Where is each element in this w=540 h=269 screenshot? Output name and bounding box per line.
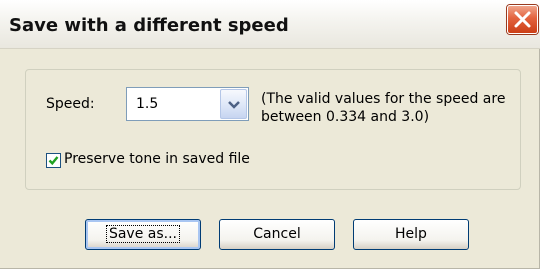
- speed-dropdown-button[interactable]: [220, 89, 247, 119]
- save-as-button[interactable]: Save as...: [85, 219, 201, 250]
- speed-value[interactable]: 1.5: [136, 96, 158, 112]
- speed-combobox[interactable]: 1.5: [126, 87, 249, 121]
- save-speed-dialog: Save with a different speed Speed: 1.5 (…: [0, 0, 540, 269]
- dialog-title: Save with a different speed: [9, 15, 289, 36]
- save-as-label: Save as...: [105, 225, 181, 243]
- preserve-tone-label[interactable]: Preserve tone in saved file: [64, 151, 250, 167]
- close-button[interactable]: [507, 5, 538, 34]
- speed-range-hint: (The valid values for the speed are betw…: [261, 91, 506, 125]
- cancel-button[interactable]: Cancel: [219, 219, 335, 250]
- speed-label: Speed:: [46, 96, 95, 112]
- help-button[interactable]: Help: [353, 219, 469, 250]
- check-mark-icon: [48, 156, 59, 166]
- options-group: [25, 69, 521, 190]
- close-x-icon: [514, 11, 531, 28]
- chevron-down-icon: [228, 101, 240, 109]
- preserve-tone-checkbox[interactable]: [46, 153, 61, 168]
- title-bar[interactable]: Save with a different speed: [0, 0, 540, 49]
